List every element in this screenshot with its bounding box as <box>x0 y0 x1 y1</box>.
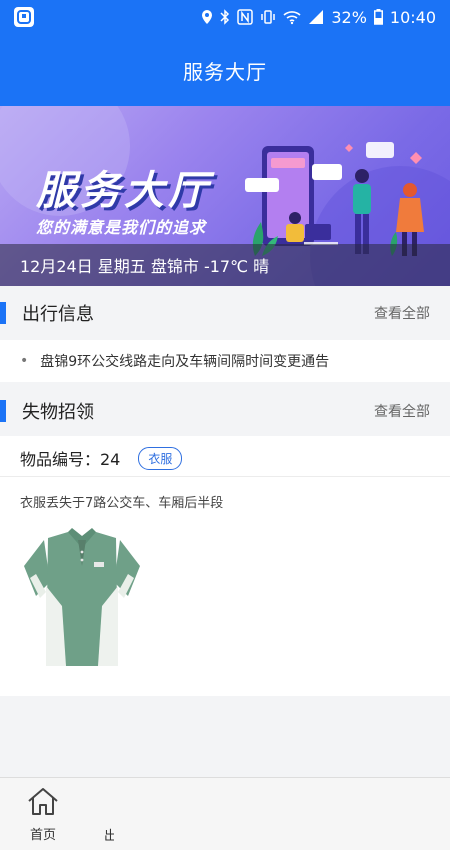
nfc-icon <box>237 9 254 25</box>
location-icon <box>201 9 213 25</box>
date-weather-bar: 12月24日 星期五 盘锦市 -17℃ 晴 <box>0 244 450 286</box>
banner-title: 服务大厅 <box>36 168 212 214</box>
bluetooth-icon <box>220 9 230 25</box>
banner[interactable]: 服务大厅 您的满意是我们的追求 12月24日 星期五 盘锦市 -17℃ 晴 <box>0 106 450 286</box>
wifi-icon <box>283 9 301 25</box>
nav-home[interactable]: 首页 <box>20 786 66 846</box>
bullet-icon: • <box>20 353 29 369</box>
travel-section-title: 出行信息 <box>22 304 94 325</box>
page-title: 服务大厅 <box>183 59 267 84</box>
lost-section-header: 失物招领 查看全部 <box>0 386 450 436</box>
app-header: 服务大厅 <box>0 34 450 106</box>
vibrate-icon <box>260 9 276 25</box>
lost-item-card[interactable]: 物品编号：24 衣服 衣服丢失于7路公交车、车厢后半段 <box>0 436 450 696</box>
travel-view-all-link[interactable]: 查看全部 <box>374 303 430 323</box>
lost-view-all-link[interactable]: 查看全部 <box>374 401 430 421</box>
battery-text: 32% <box>331 7 367 27</box>
nav-home-label: 首页 <box>29 828 56 843</box>
divider <box>0 476 450 477</box>
travel-section-header: 出行信息 查看全部 <box>0 288 450 338</box>
app-icon <box>14 7 34 27</box>
notice-text: 盘锦9环公交线路走向及车辆间隔时间变更通告 <box>40 354 330 370</box>
section-accent-bar <box>0 400 6 422</box>
item-description: 衣服丢失于7路公交车、车厢后半段 <box>20 496 224 511</box>
signal-icon <box>308 9 324 25</box>
home-icon <box>26 786 60 820</box>
category-tag: 衣服 <box>138 446 183 470</box>
section-accent-bar <box>0 302 6 324</box>
status-bar: 32% 10:40 <box>0 0 450 34</box>
clock: 10:40 <box>389 7 436 27</box>
nav-item-partial-label[interactable]: 出 <box>104 825 114 844</box>
bottom-nav: 首页 出 <box>0 777 450 850</box>
battery-icon <box>373 9 383 25</box>
lost-section-title: 失物招领 <box>22 402 94 423</box>
item-number: 物品编号：24 <box>20 450 121 469</box>
polo-shirt-image[interactable] <box>22 526 142 676</box>
list-item[interactable]: • 盘锦9环公交线路走向及车辆间隔时间变更通告 <box>0 340 450 382</box>
banner-slogan: 您的满意是我们的追求 <box>36 218 207 237</box>
